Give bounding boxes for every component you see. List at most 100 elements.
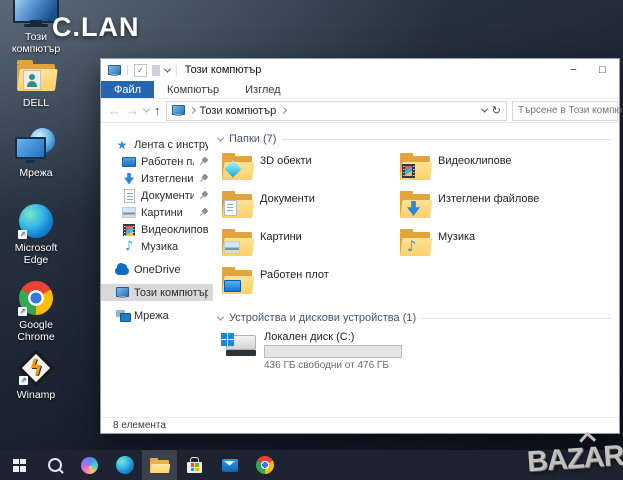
folder-tile-3d-objects[interactable]: 3D обекти — [221, 152, 399, 190]
sidebar-item-desktop[interactable]: Работен плот — [101, 153, 213, 170]
title-bar: | | Този компютър − □ — [101, 59, 619, 81]
folder-picture-icon — [221, 228, 255, 257]
address-dropdown-chevron-icon[interactable] — [480, 105, 488, 113]
minimize-button[interactable]: − — [559, 59, 588, 81]
folder-desktop-screen-icon — [221, 266, 255, 295]
network-mini-icon — [115, 310, 131, 322]
watermark-bottom-right: BAZAR — [525, 439, 623, 479]
google-chrome-icon — [6, 280, 66, 316]
sidebar-item-downloads[interactable]: Изтеглени файлове — [101, 170, 213, 187]
section-header-folders[interactable]: Папки (7) — [216, 133, 611, 145]
tab-file[interactable]: Файл — [101, 81, 155, 98]
desktop-icon-label: Microsoft Edge — [14, 242, 58, 266]
taskbar-file-explorer-button[interactable] — [142, 450, 177, 480]
desktop-icon-label: Мрежа — [19, 167, 53, 179]
folder-3d-cube-icon — [221, 152, 255, 181]
pin-icon — [197, 155, 210, 168]
this-pc-icon — [171, 105, 185, 116]
desktop-icon-label: Winamp — [16, 389, 56, 401]
document-page-icon — [123, 188, 135, 203]
this-pc-mini-icon — [115, 287, 129, 298]
sidebar-item-quick-access[interactable]: Лента с инструменти — [101, 136, 213, 153]
taskbar-chrome-button[interactable] — [247, 450, 282, 480]
refresh-icon[interactable] — [492, 104, 501, 117]
folder-tile-downloads[interactable]: Изтеглени файлове — [399, 190, 611, 228]
maximize-button[interactable]: □ — [588, 59, 617, 81]
explorer-window: | | Този компютър − □ Файл Компютър Изгл… — [100, 58, 623, 434]
folder-tile-music[interactable]: Музика — [399, 228, 611, 266]
start-button[interactable] — [2, 450, 37, 480]
drive-label: Локален диск (C:) — [264, 331, 355, 343]
breadcrumb[interactable]: Този компютър — [200, 105, 277, 117]
collapse-chevron-icon[interactable] — [216, 313, 225, 321]
microsoft-store-icon — [187, 456, 202, 473]
shortcut-arrow-badge — [18, 307, 27, 316]
disk-usage-bar — [264, 345, 402, 358]
navigation-bar: ← → ↑ Този компютър — [101, 99, 623, 123]
status-bar: 8 елемента — [101, 417, 619, 433]
back-icon[interactable]: ← — [108, 104, 121, 117]
taskbar-store-button[interactable] — [177, 450, 212, 480]
breadcrumb-chevron-icon[interactable] — [280, 106, 288, 115]
desktop-icon-label: DELL — [22, 97, 50, 109]
folder-document-icon — [221, 190, 255, 219]
pin-icon — [197, 172, 210, 185]
properties-quick-icon[interactable] — [133, 63, 147, 77]
shortcut-arrow-badge — [19, 376, 28, 385]
sidebar-item-onedrive[interactable]: OneDrive — [101, 261, 213, 278]
pin-icon — [197, 206, 210, 219]
folder-tile-pictures[interactable]: Картини — [221, 228, 399, 266]
search-box[interactable] — [512, 100, 623, 121]
drive-tile-local-disk-c[interactable]: Локален диск (C:) 436 ГБ свободни от 476… — [221, 331, 611, 371]
folder-tile-documents[interactable]: Документи — [221, 190, 399, 228]
taskbar-search-button[interactable] — [37, 450, 72, 480]
taskbar-edge-button[interactable] — [107, 450, 142, 480]
folder-tile-desktop[interactable]: Работен плот — [221, 266, 399, 304]
film-strip-icon — [123, 223, 135, 236]
collapse-chevron-icon[interactable] — [216, 134, 225, 142]
sidebar-item-this-pc[interactable]: Този компютър — [101, 284, 213, 301]
items-view: Папки (7) 3D обекти Видеоклипове Докумен — [213, 123, 619, 417]
quick-access-star-icon — [117, 139, 128, 151]
sidebar-item-pictures[interactable]: Картини — [101, 204, 213, 221]
desktop-icon-label: Google Chrome — [17, 319, 55, 343]
section-header-devices[interactable]: Устройства и дискови устройства (1) — [216, 312, 611, 324]
downloads-arrow-icon — [124, 172, 134, 185]
sidebar-item-documents[interactable]: Документи — [101, 187, 213, 204]
taskbar-mail-button[interactable] — [212, 450, 247, 480]
sidebar-item-music[interactable]: Музика — [101, 238, 213, 255]
tab-computer[interactable]: Компютър — [154, 81, 232, 98]
items-count: 8 елемента — [113, 420, 166, 431]
google-chrome-icon — [255, 456, 274, 474]
forward-icon[interactable]: → — [126, 104, 139, 117]
desktop-icon-edge[interactable]: Microsoft Edge — [6, 203, 66, 266]
network-icon — [6, 128, 66, 164]
disk-free-text: 436 ГБ свободни от 476 ГБ — [264, 360, 389, 371]
folder-film-icon — [399, 152, 433, 181]
history-chevron-icon[interactable] — [142, 105, 151, 113]
customize-toolbar-chevron-icon[interactable] — [163, 65, 171, 73]
music-note-icon — [125, 240, 133, 253]
desktop-icon-winamp[interactable]: Winamp — [6, 349, 66, 401]
desktop: C.LAN Този компютър DELL Мрежа Microsof — [0, 0, 623, 480]
copilot-icon — [81, 456, 98, 474]
shortcut-arrow-badge — [18, 230, 27, 239]
tab-view[interactable]: Изглед — [232, 81, 293, 98]
sidebar-item-videos[interactable]: Видеоклипове — [101, 221, 213, 238]
desktop-icon-network[interactable]: Мрежа — [6, 128, 66, 179]
taskbar-copilot-button[interactable] — [72, 450, 107, 480]
folder-download-arrow-icon — [399, 190, 433, 219]
sidebar-item-network[interactable]: Мрежа — [101, 307, 213, 324]
pin-icon — [197, 189, 210, 202]
new-folder-quick-icon[interactable] — [151, 64, 160, 76]
windows-logo-icon — [13, 458, 26, 472]
desktop-mini-icon — [122, 156, 136, 167]
desktop-icon-chrome[interactable]: Google Chrome — [6, 280, 66, 343]
up-icon[interactable]: ↑ — [154, 104, 161, 117]
folder-tile-videos[interactable]: Видеоклипове — [399, 152, 611, 190]
onedrive-cloud-icon — [115, 262, 129, 275]
address-bar[interactable]: Този компютър — [165, 100, 507, 121]
desktop-icon-dell[interactable]: DELL — [6, 58, 66, 109]
folder-music-note-icon — [399, 228, 433, 257]
search-input[interactable] — [513, 101, 623, 120]
